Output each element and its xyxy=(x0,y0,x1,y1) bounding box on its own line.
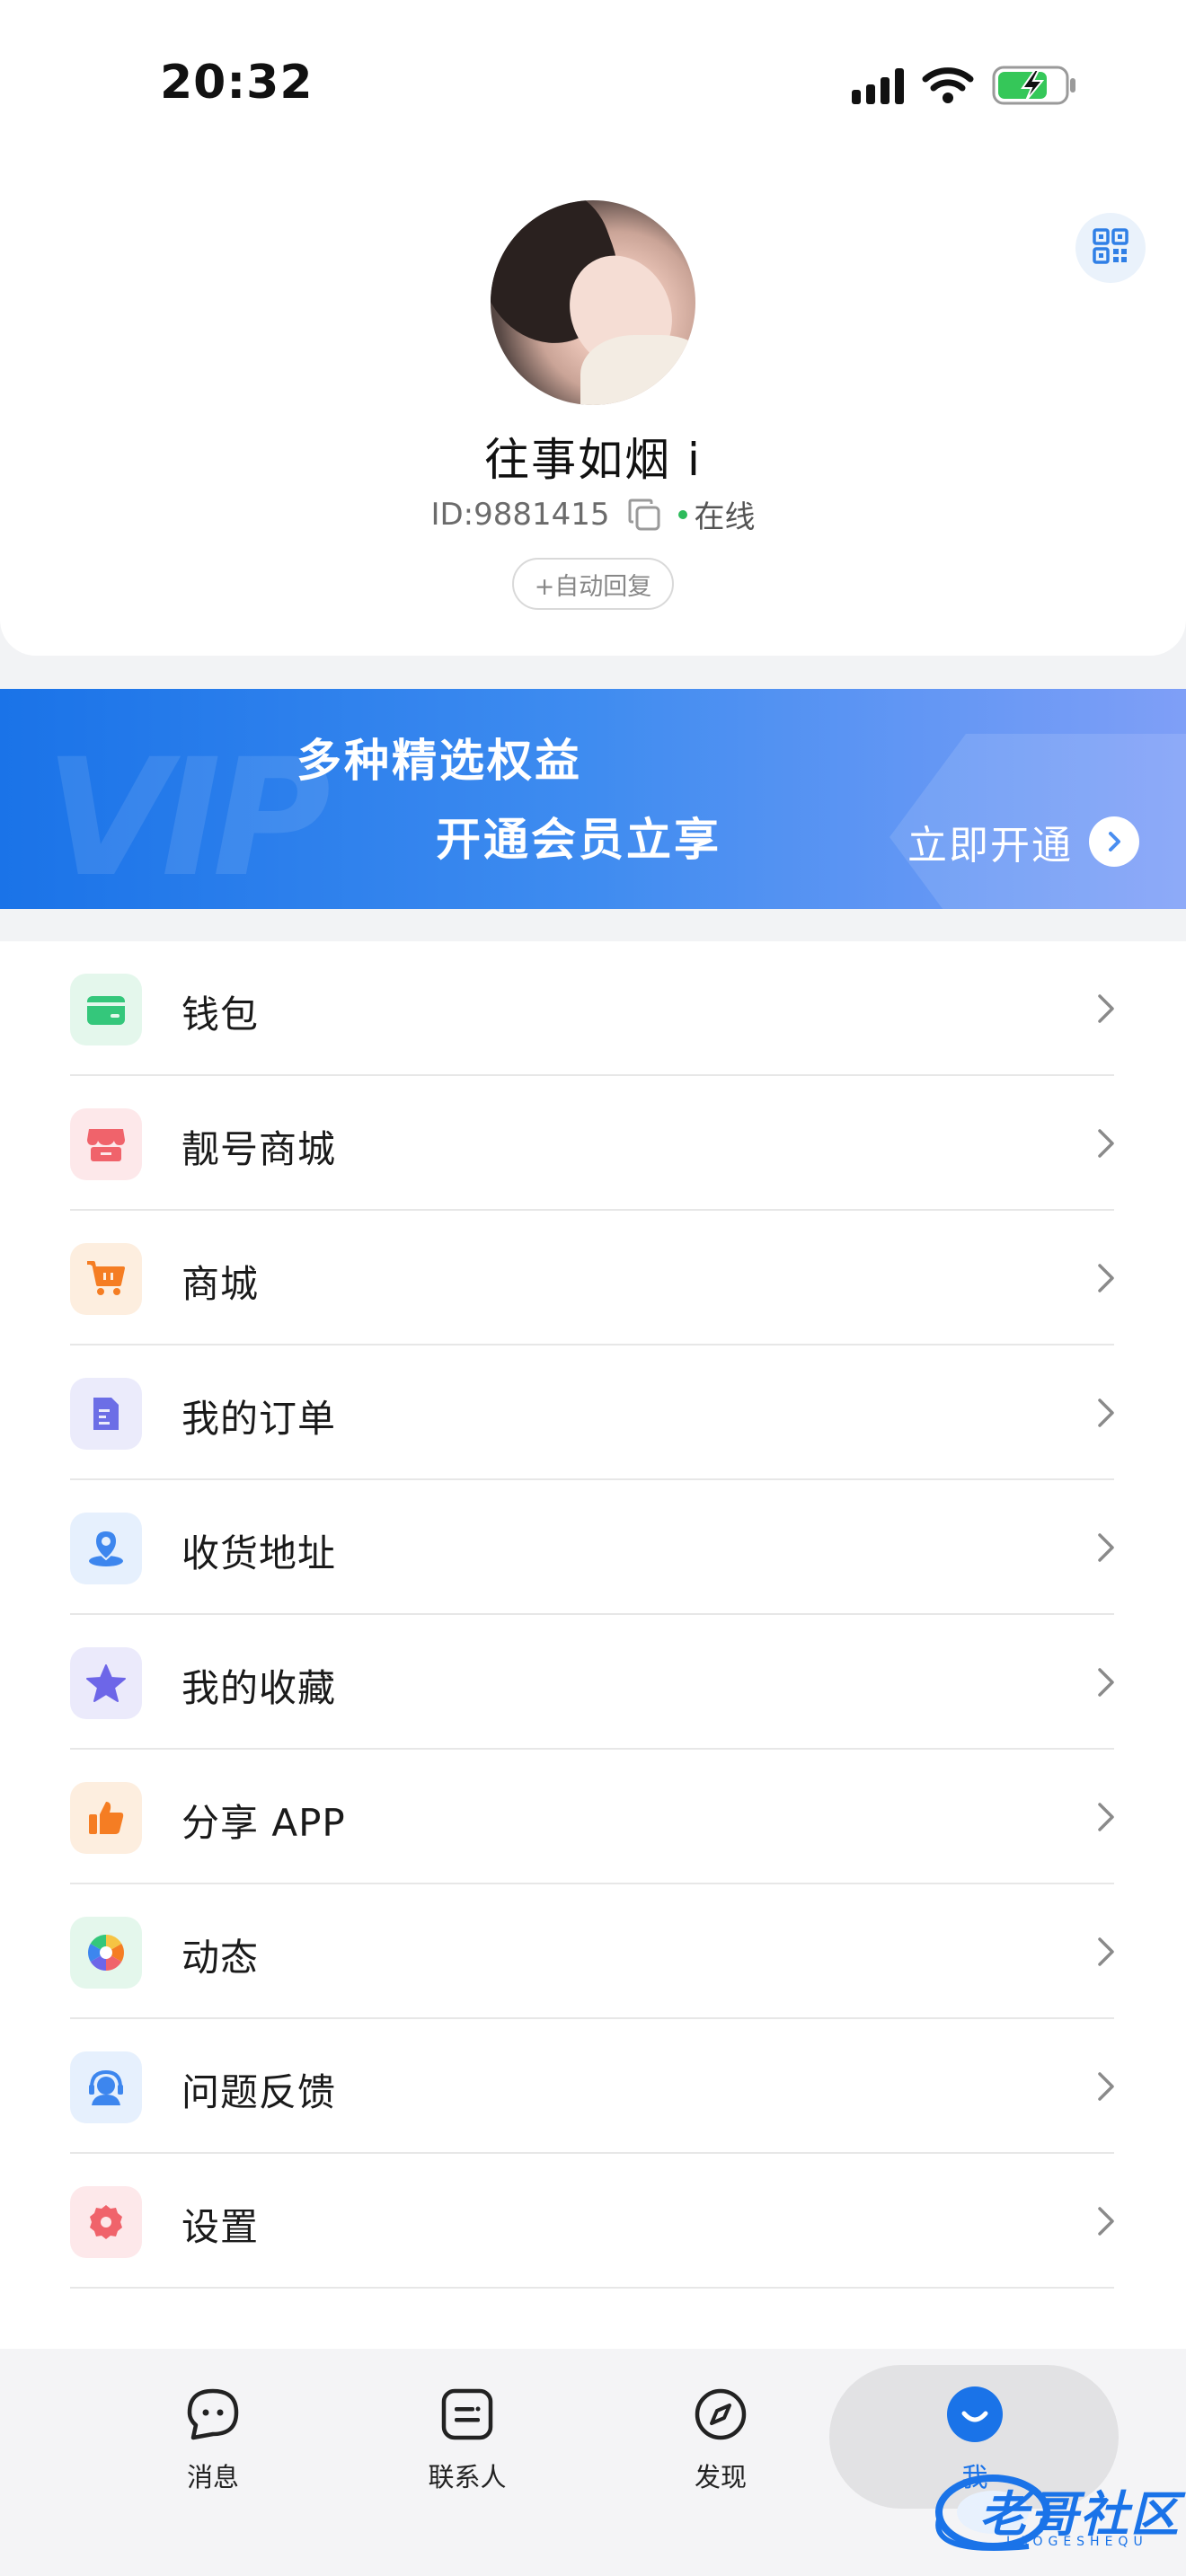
chevron-right-icon xyxy=(1094,1664,1118,1704)
chevron-right-icon xyxy=(1094,1530,1118,1569)
menu-label: 问题反馈 xyxy=(181,2070,337,2114)
menu-label: 我的订单 xyxy=(181,1397,337,1441)
menu-item-settings[interactable]: 设置 xyxy=(0,2154,1186,2289)
chevron-right-icon xyxy=(1094,2203,1118,2243)
wallet-icon xyxy=(70,974,142,1045)
aperture-icon xyxy=(70,1917,142,1989)
chevron-right-icon xyxy=(1094,1125,1118,1165)
menu-label: 商城 xyxy=(181,1262,260,1306)
vip-activate-button[interactable]: 立即开通 xyxy=(907,810,1139,873)
menu-label: 收货地址 xyxy=(181,1531,337,1575)
online-status: 在线 xyxy=(677,492,756,536)
menu-item-shipping-address[interactable]: 收货地址 xyxy=(0,1480,1186,1615)
wifi-icon xyxy=(922,66,974,104)
profile-card: 20:32 往事如烟 i ID:9881415 在线 +自动回复 xyxy=(0,0,1186,656)
compass-icon xyxy=(649,2383,792,2446)
tab-messages[interactable]: 消息 xyxy=(141,2383,285,2494)
status-bar: 20:32 xyxy=(0,0,1186,171)
shopping-cart-icon xyxy=(70,1243,142,1315)
auto-reply-button[interactable]: +自动回复 xyxy=(512,558,674,610)
menu-item-my-favorites[interactable]: 我的收藏 xyxy=(0,1615,1186,1750)
id-row: ID:9881415 在线 xyxy=(0,492,1186,536)
status-time: 20:32 xyxy=(160,56,314,110)
vip-activate-label: 立即开通 xyxy=(907,823,1073,869)
menu-item-wallet[interactable]: 钱包 xyxy=(0,941,1186,1076)
tab-label: 发现 xyxy=(694,2462,747,2492)
chevron-right-icon xyxy=(1094,1260,1118,1300)
star-icon xyxy=(70,1647,142,1719)
vip-watermark-logo: VIP xyxy=(45,725,331,909)
chevron-right-icon xyxy=(1094,1934,1118,1973)
chevron-right-icon xyxy=(1094,1799,1118,1839)
store-icon xyxy=(70,1108,142,1180)
online-status-label: 在线 xyxy=(694,499,756,535)
order-document-icon xyxy=(70,1378,142,1450)
qr-code-button[interactable] xyxy=(1075,213,1146,283)
chevron-right-icon xyxy=(1089,816,1139,867)
menu-label: 分享 APP xyxy=(181,1801,346,1845)
user-id: ID:9881415 xyxy=(430,496,610,533)
online-dot-icon xyxy=(677,509,687,519)
vip-banner[interactable]: VIP 多种精选权益 开通会员立享 立即开通 xyxy=(0,689,1186,909)
menu-item-moments[interactable]: 动态 xyxy=(0,1884,1186,2019)
menu-list: 钱包 靓号商城 商城 我的订单 收货地址 我的收藏 分享 APP 动态 问题反馈… xyxy=(0,941,1186,2349)
avatar[interactable] xyxy=(491,200,695,405)
me-smile-icon xyxy=(903,2383,1047,2446)
customer-service-icon xyxy=(70,2051,142,2123)
menu-item-mall[interactable]: 商城 xyxy=(0,1211,1186,1345)
chat-bubble-icon xyxy=(141,2383,285,2446)
menu-label: 设置 xyxy=(181,2205,260,2249)
status-icons xyxy=(852,63,1078,108)
nickname: 往事如烟 i xyxy=(484,434,702,486)
battery-charging-icon xyxy=(992,65,1078,106)
tab-label: 联系人 xyxy=(428,2462,507,2492)
chevron-right-icon xyxy=(1094,2069,1118,2108)
menu-item-number-store[interactable]: 靓号商城 xyxy=(0,1076,1186,1211)
watermark-subtext: LAOGESHEQU xyxy=(1006,2535,1148,2549)
chevron-right-icon xyxy=(1094,991,1118,1030)
vip-headline: 多种精选权益 xyxy=(296,735,582,787)
menu-item-share-app[interactable]: 分享 APP xyxy=(0,1750,1186,1884)
menu-label: 我的收藏 xyxy=(181,1666,337,1710)
cellular-signal-icon xyxy=(852,66,904,104)
thumbs-up-icon xyxy=(70,1782,142,1854)
tab-label: 消息 xyxy=(186,2462,239,2492)
menu-label: 动态 xyxy=(181,1936,260,1980)
chevron-right-icon xyxy=(1094,1395,1118,1434)
tab-discover[interactable]: 发现 xyxy=(649,2383,792,2494)
location-pin-icon xyxy=(70,1513,142,1584)
menu-item-my-orders[interactable]: 我的订单 xyxy=(0,1345,1186,1480)
contacts-icon xyxy=(395,2383,539,2446)
menu-label: 钱包 xyxy=(181,992,260,1037)
menu-label: 靓号商城 xyxy=(181,1127,337,1171)
copy-icon[interactable] xyxy=(626,497,662,533)
settings-gear-icon xyxy=(70,2186,142,2258)
tab-contacts[interactable]: 联系人 xyxy=(395,2383,539,2494)
menu-item-feedback[interactable]: 问题反馈 xyxy=(0,2019,1186,2154)
qr-code-icon xyxy=(1093,228,1128,268)
vip-subheadline: 开通会员立享 xyxy=(436,814,721,866)
